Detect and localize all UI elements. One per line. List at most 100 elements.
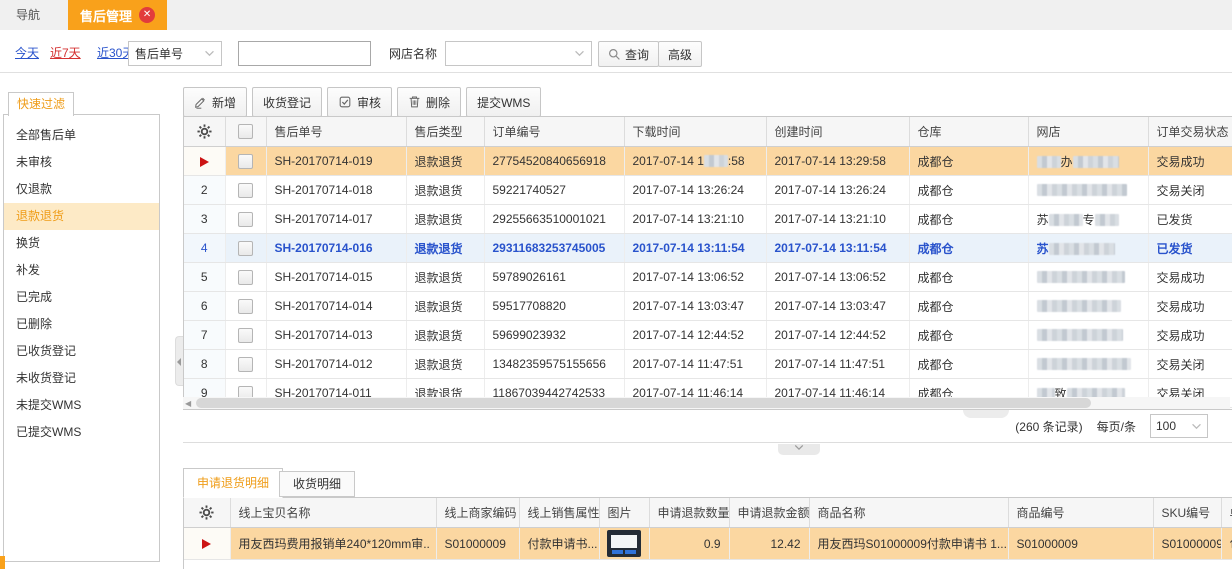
- per-page-value: 100: [1156, 419, 1176, 433]
- redacted-text: [704, 155, 728, 167]
- row-checkbox[interactable]: [238, 241, 253, 256]
- row-checkbox[interactable]: [238, 183, 253, 198]
- horizontal-scrollbar[interactable]: ◀: [183, 397, 1230, 409]
- query-button[interactable]: 查询: [598, 41, 659, 67]
- table-cell: 2017-07-14 13:06:52: [624, 263, 766, 292]
- table-row[interactable]: 8SH-20170714-012退款退货13482359575155656201…: [184, 350, 1232, 379]
- sidebar-item[interactable]: 补发: [4, 257, 159, 284]
- column-header[interactable]: 仓库: [909, 117, 1028, 147]
- shop-select[interactable]: [445, 41, 592, 66]
- sidebar-item[interactable]: 未收货登记: [4, 365, 159, 392]
- quick-filter-tab[interactable]: 快速过滤: [8, 92, 74, 116]
- quick-range-7days[interactable]: 近7天: [50, 44, 81, 61]
- sidebar-collapse-handle[interactable]: [175, 336, 183, 386]
- column-header[interactable]: 申请退款金额: [729, 498, 809, 528]
- column-settings-button[interactable]: [184, 498, 230, 528]
- table-cell: 退款退货: [406, 321, 484, 350]
- column-header[interactable]: SKU编号: [1153, 498, 1221, 528]
- toolbar-button[interactable]: 审核: [327, 87, 392, 117]
- row-checkbox-cell: [225, 205, 266, 234]
- scrollbar-thumb[interactable]: [196, 398, 1091, 408]
- sidebar-item[interactable]: 未审核: [4, 149, 159, 176]
- search-field-select[interactable]: 售后单号: [128, 41, 222, 66]
- table-row[interactable]: 6SH-20170714-014退款退货595177088202017-07-1…: [184, 292, 1232, 321]
- cell-text: 苏: [1037, 213, 1049, 227]
- tab-receive-detail[interactable]: 收货明细: [279, 471, 355, 497]
- row-checkbox[interactable]: [238, 270, 253, 285]
- sidebar-item[interactable]: 已完成: [4, 284, 159, 311]
- row-index-cell: [184, 147, 225, 176]
- table-cell: 成都仓: [909, 205, 1028, 234]
- column-header[interactable]: 商品编号: [1008, 498, 1153, 528]
- redacted-text: [1095, 214, 1119, 226]
- scroll-left-arrow-icon[interactable]: ◀: [185, 399, 191, 408]
- column-header[interactable]: 商品名称: [809, 498, 1008, 528]
- tab-return-request-detail[interactable]: 申请退货明细: [183, 468, 283, 498]
- row-checkbox[interactable]: [238, 212, 253, 227]
- sidebar-item[interactable]: 未提交WMS: [4, 392, 159, 419]
- table-row[interactable]: 用友西玛费用报销单240*120mm审..S01000009付款申请书...0.…: [184, 528, 1232, 560]
- column-header[interactable]: 线上商家编码: [436, 498, 519, 528]
- add-button[interactable]: 新增: [183, 87, 247, 117]
- table-cell: 2017-07-14 13:21:10: [766, 205, 909, 234]
- per-page-label: 每页/条: [1097, 418, 1136, 435]
- table-row[interactable]: 3SH-20170714-017退款退货29255663510001021201…: [184, 205, 1232, 234]
- close-tab-icon[interactable]: ✕: [139, 7, 155, 23]
- redacted-text: [1037, 156, 1061, 168]
- column-header[interactable]: 图片: [599, 498, 649, 528]
- table-cell: 成都仓: [909, 321, 1028, 350]
- column-header[interactable]: 网店: [1028, 117, 1148, 147]
- sidebar-item[interactable]: 仅退款: [4, 176, 159, 203]
- tab-navigation[interactable]: 导航: [16, 0, 40, 30]
- sidebar-item[interactable]: 已收货登记: [4, 338, 159, 365]
- table-cell: 交易成功: [1148, 292, 1232, 321]
- keyword-input[interactable]: [238, 41, 371, 66]
- advanced-button[interactable]: 高级: [658, 41, 702, 67]
- sidebar-item[interactable]: 已提交WMS: [4, 419, 159, 446]
- column-settings-button[interactable]: [184, 117, 225, 147]
- column-header[interactable]: 申请退款数量: [649, 498, 729, 528]
- toolbar-button[interactable]: 提交WMS: [466, 87, 541, 117]
- row-checkbox[interactable]: [238, 357, 253, 372]
- row-checkbox[interactable]: [238, 328, 253, 343]
- table-cell: S01000009: [1008, 528, 1153, 560]
- product-thumbnail[interactable]: [607, 530, 641, 557]
- sidebar-item[interactable]: 换货: [4, 230, 159, 257]
- quick-range-today[interactable]: 今天: [15, 44, 39, 61]
- tab-aftersales-active[interactable]: 售后管理 ✕: [68, 0, 167, 30]
- column-header[interactable]: 售后类型: [406, 117, 484, 147]
- toolbar-button[interactable]: 收货登记: [252, 87, 322, 117]
- select-all-checkbox[interactable]: [238, 124, 253, 139]
- column-header[interactable]: 单: [1221, 498, 1232, 528]
- table-cell: 2017-07-14 13:06:52: [766, 263, 909, 292]
- sidebar-item[interactable]: 退款退货: [4, 203, 159, 230]
- splitter-collapse-handle[interactable]: [778, 444, 820, 455]
- table-row[interactable]: 4SH-20170714-016退款退货29311683253745005201…: [184, 234, 1232, 263]
- sidebar-item[interactable]: 已删除: [4, 311, 159, 338]
- advanced-button-label: 高级: [668, 46, 692, 63]
- table-row[interactable]: 2SH-20170714-018退款退货592217405272017-07-1…: [184, 176, 1232, 205]
- pencil-icon: [194, 95, 207, 109]
- column-header[interactable]: 下载时间: [624, 117, 766, 147]
- table-cell: 退款退货: [406, 263, 484, 292]
- row-checkbox[interactable]: [238, 299, 253, 314]
- column-header[interactable]: 创建时间: [766, 117, 909, 147]
- table-row[interactable]: SH-20170714-019退款退货277545208406569182017…: [184, 147, 1232, 176]
- per-page-select[interactable]: 100: [1150, 414, 1208, 438]
- table-cell: 29311683253745005: [484, 234, 624, 263]
- cell-text: 2017-07-14 1: [633, 154, 704, 168]
- row-checkbox[interactable]: [238, 154, 253, 169]
- table-cell: 包: [1221, 528, 1232, 560]
- table-row[interactable]: 7SH-20170714-013退款退货596990239322017-07-1…: [184, 321, 1232, 350]
- column-header[interactable]: 线上销售属性: [519, 498, 599, 528]
- table-cell: 退款退货: [406, 234, 484, 263]
- row-index-cell: 6: [184, 292, 225, 321]
- toolbar-button[interactable]: 删除: [397, 87, 461, 117]
- column-header[interactable]: 订单编号: [484, 117, 624, 147]
- column-header[interactable]: 线上宝贝名称: [230, 498, 436, 528]
- table-cell: 交易成功: [1148, 147, 1232, 176]
- sidebar-item[interactable]: 全部售后单: [4, 122, 159, 149]
- table-row[interactable]: 5SH-20170714-015退款退货597890261612017-07-1…: [184, 263, 1232, 292]
- column-header[interactable]: 订单交易状态: [1148, 117, 1232, 147]
- column-header[interactable]: 售后单号: [266, 117, 406, 147]
